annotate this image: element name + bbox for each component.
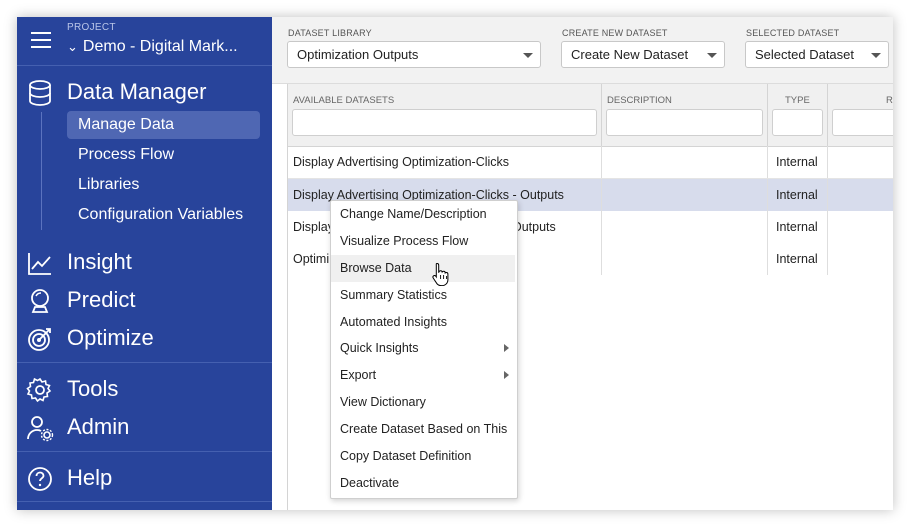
- project-label: PROJECT: [67, 22, 116, 33]
- dataset-type: Internal: [768, 179, 828, 211]
- nav-help-label: Help: [67, 465, 113, 490]
- dataset-description: [602, 243, 768, 275]
- dataset-name-end: Outputs: [512, 220, 556, 234]
- nav-tools-label: Tools: [67, 376, 119, 401]
- column-title: TYPE: [785, 95, 810, 106]
- dataset-library-select[interactable]: Optimization Outputs: [287, 41, 541, 68]
- grid-header: AVAILABLE DATASETS DESCRIPTION TYPE R: [288, 84, 893, 147]
- crystal-ball-icon: [31, 289, 49, 313]
- filter-input-r[interactable]: [832, 109, 893, 136]
- help-circle-icon: [28, 467, 52, 491]
- selected-dataset-label: SELECTED DATASET: [746, 28, 840, 38]
- caret-down-icon: [871, 53, 881, 58]
- chart-line-icon: [28, 253, 51, 275]
- column-available-datasets: AVAILABLE DATASETS: [288, 84, 602, 146]
- dataset-name-start: Display: [293, 220, 334, 234]
- target-icon: [28, 328, 51, 351]
- nav-predict[interactable]: Predict: [17, 287, 272, 317]
- nav-help[interactable]: Help: [17, 465, 272, 495]
- project-name: Demo - Digital Mark...: [82, 38, 238, 55]
- sidebar-item-configuration-variables[interactable]: Configuration Variables: [67, 201, 260, 229]
- user-settings-icon: [27, 416, 54, 442]
- sidebar-item-manage-data[interactable]: Manage Data: [67, 111, 260, 139]
- nav-predict-label: Predict: [67, 287, 136, 312]
- menu-item-change-name[interactable]: Change Name/Description: [331, 201, 515, 228]
- nav-data-manager[interactable]: Data Manager: [17, 79, 272, 109]
- column-title: R: [886, 95, 893, 106]
- nav-tools[interactable]: Tools: [17, 376, 272, 406]
- project-header: PROJECT ⌄ Demo - Digital Mark...: [17, 17, 272, 66]
- sidebar-item-libraries[interactable]: Libraries: [67, 171, 260, 199]
- selected-dataset-value: Selected Dataset: [755, 47, 855, 62]
- database-icon: [29, 80, 51, 106]
- menu-item-copy-dataset-definition[interactable]: Copy Dataset Definition: [331, 443, 515, 470]
- sidebar-item-process-flow[interactable]: Process Flow: [67, 141, 260, 169]
- menu-item-quick-insights[interactable]: Quick Insights: [331, 335, 515, 362]
- table-row[interactable]: Display Advertising Optimization-Clicks …: [288, 146, 893, 178]
- submenu-arrow-icon: [504, 344, 509, 352]
- menu-item-label: Export: [340, 368, 377, 382]
- create-dataset-select[interactable]: Create New Dataset: [561, 41, 725, 68]
- sidebar: PROJECT ⌄ Demo - Digital Mark... Data Man…: [17, 17, 272, 510]
- dataset-toolbar: DATASET LIBRARY Optimization Outputs CRE…: [272, 17, 893, 84]
- submenu-arrow-icon: [504, 371, 509, 379]
- gear-icon: [26, 377, 52, 403]
- menu-item-create-dataset-based[interactable]: Create Dataset Based on This: [331, 416, 515, 443]
- hand-pointer-cursor-icon: [432, 262, 449, 286]
- hamburger-menu-icon[interactable]: [31, 32, 51, 48]
- column-title: DESCRIPTION: [607, 95, 672, 106]
- nav-admin[interactable]: Admin: [17, 414, 272, 444]
- dataset-name: Display Advertising Optimization-Clicks: [288, 146, 602, 178]
- chevron-down-icon: ⌄: [67, 39, 78, 54]
- sidebar-divider: [17, 451, 272, 452]
- nav-insight-label: Insight: [67, 249, 132, 274]
- column-r: R: [828, 84, 893, 146]
- dataset-context-menu: Change Name/Description Visualize Proces…: [330, 200, 518, 499]
- dataset-description: [602, 211, 768, 243]
- filter-input-description[interactable]: [606, 109, 763, 136]
- menu-item-automated-insights[interactable]: Automated Insights: [331, 309, 515, 336]
- dataset-description: [602, 179, 768, 211]
- menu-item-summary-statistics[interactable]: Summary Statistics: [331, 282, 515, 309]
- caret-down-icon: [707, 53, 717, 58]
- dataset-library-value: Optimization Outputs: [297, 47, 419, 62]
- nav-insight[interactable]: Insight: [17, 249, 272, 279]
- submenu-guide-line: [41, 112, 42, 230]
- column-description: DESCRIPTION: [602, 84, 768, 146]
- column-type: TYPE: [768, 84, 828, 146]
- dataset-type: Internal: [768, 211, 828, 243]
- selected-dataset-select[interactable]: Selected Dataset: [745, 41, 889, 68]
- dataset-description: [602, 146, 768, 178]
- nav-admin-label: Admin: [67, 414, 130, 439]
- dataset-type: Internal: [768, 146, 828, 178]
- nav-optimize-label: Optimize: [67, 325, 154, 350]
- create-dataset-value: Create New Dataset: [571, 47, 689, 62]
- column-title: AVAILABLE DATASETS: [293, 95, 395, 106]
- menu-item-export[interactable]: Export: [331, 362, 515, 389]
- filter-input-type[interactable]: [772, 109, 823, 136]
- menu-item-view-dictionary[interactable]: View Dictionary: [331, 389, 515, 416]
- sidebar-divider: [17, 362, 272, 363]
- dataset-library-label: DATASET LIBRARY: [288, 28, 372, 38]
- sidebar-divider: [17, 501, 272, 502]
- nav-data-manager-label: Data Manager: [67, 79, 207, 104]
- dataset-type: Internal: [768, 243, 828, 275]
- project-selector[interactable]: ⌄ Demo - Digital Mark...: [67, 38, 238, 56]
- menu-item-browse-data[interactable]: Browse Data: [331, 255, 515, 282]
- create-dataset-label: CREATE NEW DATASET: [562, 28, 668, 38]
- menu-item-label: Quick Insights: [340, 341, 419, 355]
- nav-optimize[interactable]: Optimize: [17, 325, 272, 355]
- menu-item-deactivate[interactable]: Deactivate: [331, 470, 515, 497]
- caret-down-icon: [523, 53, 533, 58]
- filter-input-available-datasets[interactable]: [292, 109, 597, 136]
- menu-item-visualize-process-flow[interactable]: Visualize Process Flow: [331, 228, 515, 255]
